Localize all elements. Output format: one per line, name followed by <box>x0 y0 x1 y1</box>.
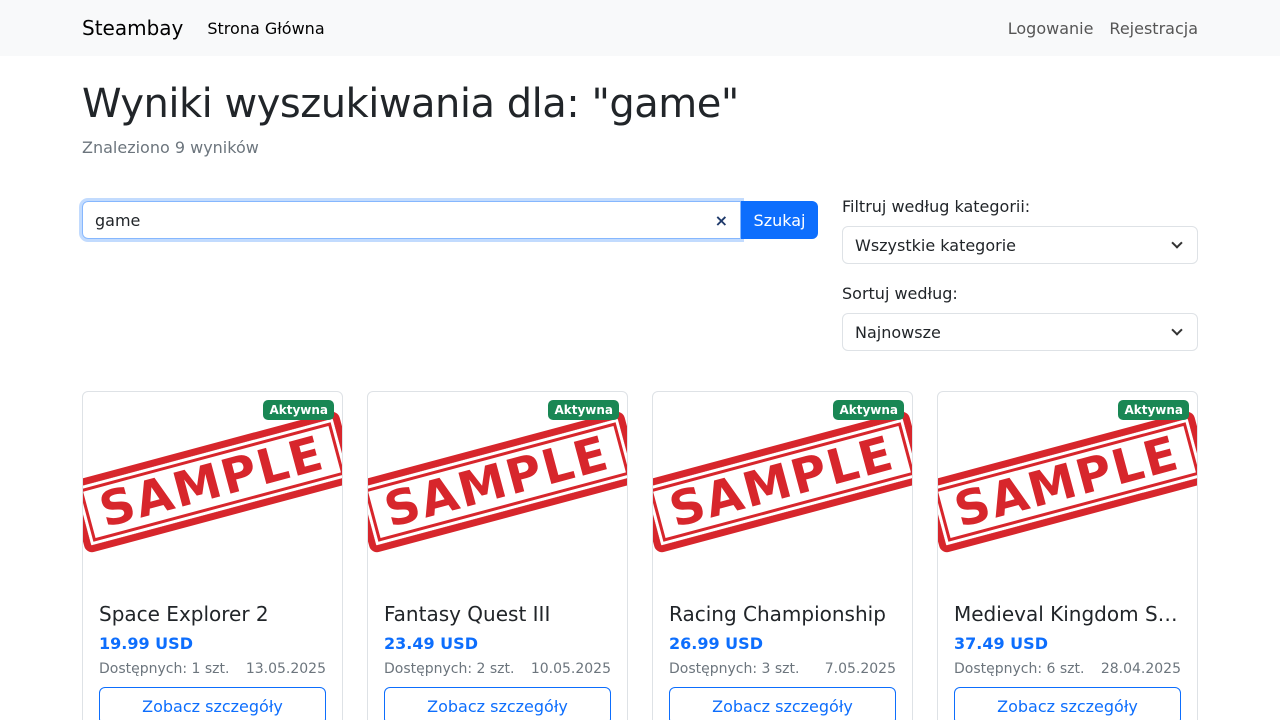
card-body: Medieval Kingdom Si... 37.49 USD Dostępn… <box>938 572 1197 720</box>
product-meta: Dostępnych: 6 szt. 28.04.2025 <box>954 661 1181 677</box>
product-card[interactable]: Aktywna SAMPLE Medieval Kingdom Si... 37… <box>937 391 1198 720</box>
view-details-button[interactable]: Zobacz szczegóły <box>669 687 896 720</box>
search-button[interactable]: Szukaj <box>741 201 818 239</box>
search-input[interactable]: game × <box>82 201 741 239</box>
listing-date: 13.05.2025 <box>245 661 326 677</box>
login-link[interactable]: Logowanie <box>1008 19 1094 38</box>
product-price: 23.49 USD <box>384 634 478 653</box>
product-title: Medieval Kingdom Si... <box>954 602 1181 626</box>
stock-count: Dostępnych: 2 szt. <box>384 661 515 677</box>
page-title: Wyniki wyszukiwania dla: "game" <box>82 81 739 127</box>
main-container: Wyniki wyszukiwania dla: "game" Znalezio… <box>0 80 1280 720</box>
sort-label: Sortuj według: <box>842 284 958 303</box>
sample-stamp-image: SAMPLE <box>368 410 627 554</box>
product-price: 37.49 USD <box>954 634 1048 653</box>
results-count: Znaleziono 9 wyników <box>82 138 259 157</box>
category-select-value: Wszystkie kategorie <box>855 235 1016 255</box>
product-card[interactable]: Aktywna SAMPLE Racing Championship 26.99… <box>652 391 913 720</box>
stock-count: Dostępnych: 1 szt. <box>99 661 230 677</box>
product-meta: Dostępnych: 3 szt. 7.05.2025 <box>669 661 896 677</box>
register-link[interactable]: Rejestracja <box>1109 19 1198 38</box>
product-meta: Dostępnych: 1 szt. 13.05.2025 <box>99 661 326 677</box>
product-price: 26.99 USD <box>669 634 763 653</box>
product-cards: Aktywna SAMPLE Space Explorer 2 19.99 US… <box>82 391 1198 720</box>
nav-right: Logowanie Rejestracja <box>1008 19 1198 38</box>
clear-icon[interactable]: × <box>715 211 728 230</box>
card-body: Space Explorer 2 19.99 USD Dostępnych: 1… <box>83 572 342 720</box>
chevron-down-icon <box>1171 324 1183 336</box>
status-badge: Aktywna <box>1118 400 1189 420</box>
stock-count: Dostępnych: 3 szt. <box>669 661 800 677</box>
product-price: 19.99 USD <box>99 634 193 653</box>
brand-link[interactable]: Steambay <box>82 16 183 40</box>
product-title: Racing Championship <box>669 602 886 626</box>
card-body: Racing Championship 26.99 USD Dostępnych… <box>653 572 912 720</box>
listing-date: 28.04.2025 <box>1100 661 1181 677</box>
search-group: game × Szukaj <box>82 201 818 239</box>
side-filters: Filtruj według kategorii: Wszystkie kate… <box>842 197 1198 371</box>
listing-date: 10.05.2025 <box>530 661 611 677</box>
sample-stamp-image: SAMPLE <box>83 410 342 554</box>
listing-date: 7.05.2025 <box>824 661 896 677</box>
stock-count: Dostępnych: 6 szt. <box>954 661 1085 677</box>
nav-home-link[interactable]: Strona Główna <box>207 19 324 38</box>
product-meta: Dostępnych: 2 szt. 10.05.2025 <box>384 661 611 677</box>
view-details-button[interactable]: Zobacz szczegóły <box>954 687 1181 720</box>
view-details-button[interactable]: Zobacz szczegóły <box>384 687 611 720</box>
product-card[interactable]: Aktywna SAMPLE Space Explorer 2 19.99 US… <box>82 391 343 720</box>
sample-stamp-image: SAMPLE <box>653 410 912 554</box>
category-filter-label: Filtruj według kategorii: <box>842 197 1031 216</box>
view-details-button[interactable]: Zobacz szczegóły <box>99 687 326 720</box>
filters-row: game × Szukaj Filtruj według kategorii: … <box>82 197 1198 371</box>
product-title: Space Explorer 2 <box>99 602 269 626</box>
status-badge: Aktywna <box>833 400 904 420</box>
product-title: Fantasy Quest III <box>384 602 551 626</box>
category-select[interactable]: Wszystkie kategorie <box>842 226 1198 264</box>
navbar: Steambay Strona Główna Logowanie Rejestr… <box>0 0 1280 56</box>
sort-select[interactable]: Najnowsze <box>842 313 1198 351</box>
sample-stamp-image: SAMPLE <box>938 410 1197 554</box>
product-card[interactable]: Aktywna SAMPLE Fantasy Quest III 23.49 U… <box>367 391 628 720</box>
card-body: Fantasy Quest III 23.49 USD Dostępnych: … <box>368 572 627 720</box>
sort-select-value: Najnowsze <box>855 322 941 342</box>
status-badge: Aktywna <box>548 400 619 420</box>
status-badge: Aktywna <box>263 400 334 420</box>
search-input-value: game <box>95 210 141 230</box>
chevron-down-icon <box>1171 237 1183 249</box>
